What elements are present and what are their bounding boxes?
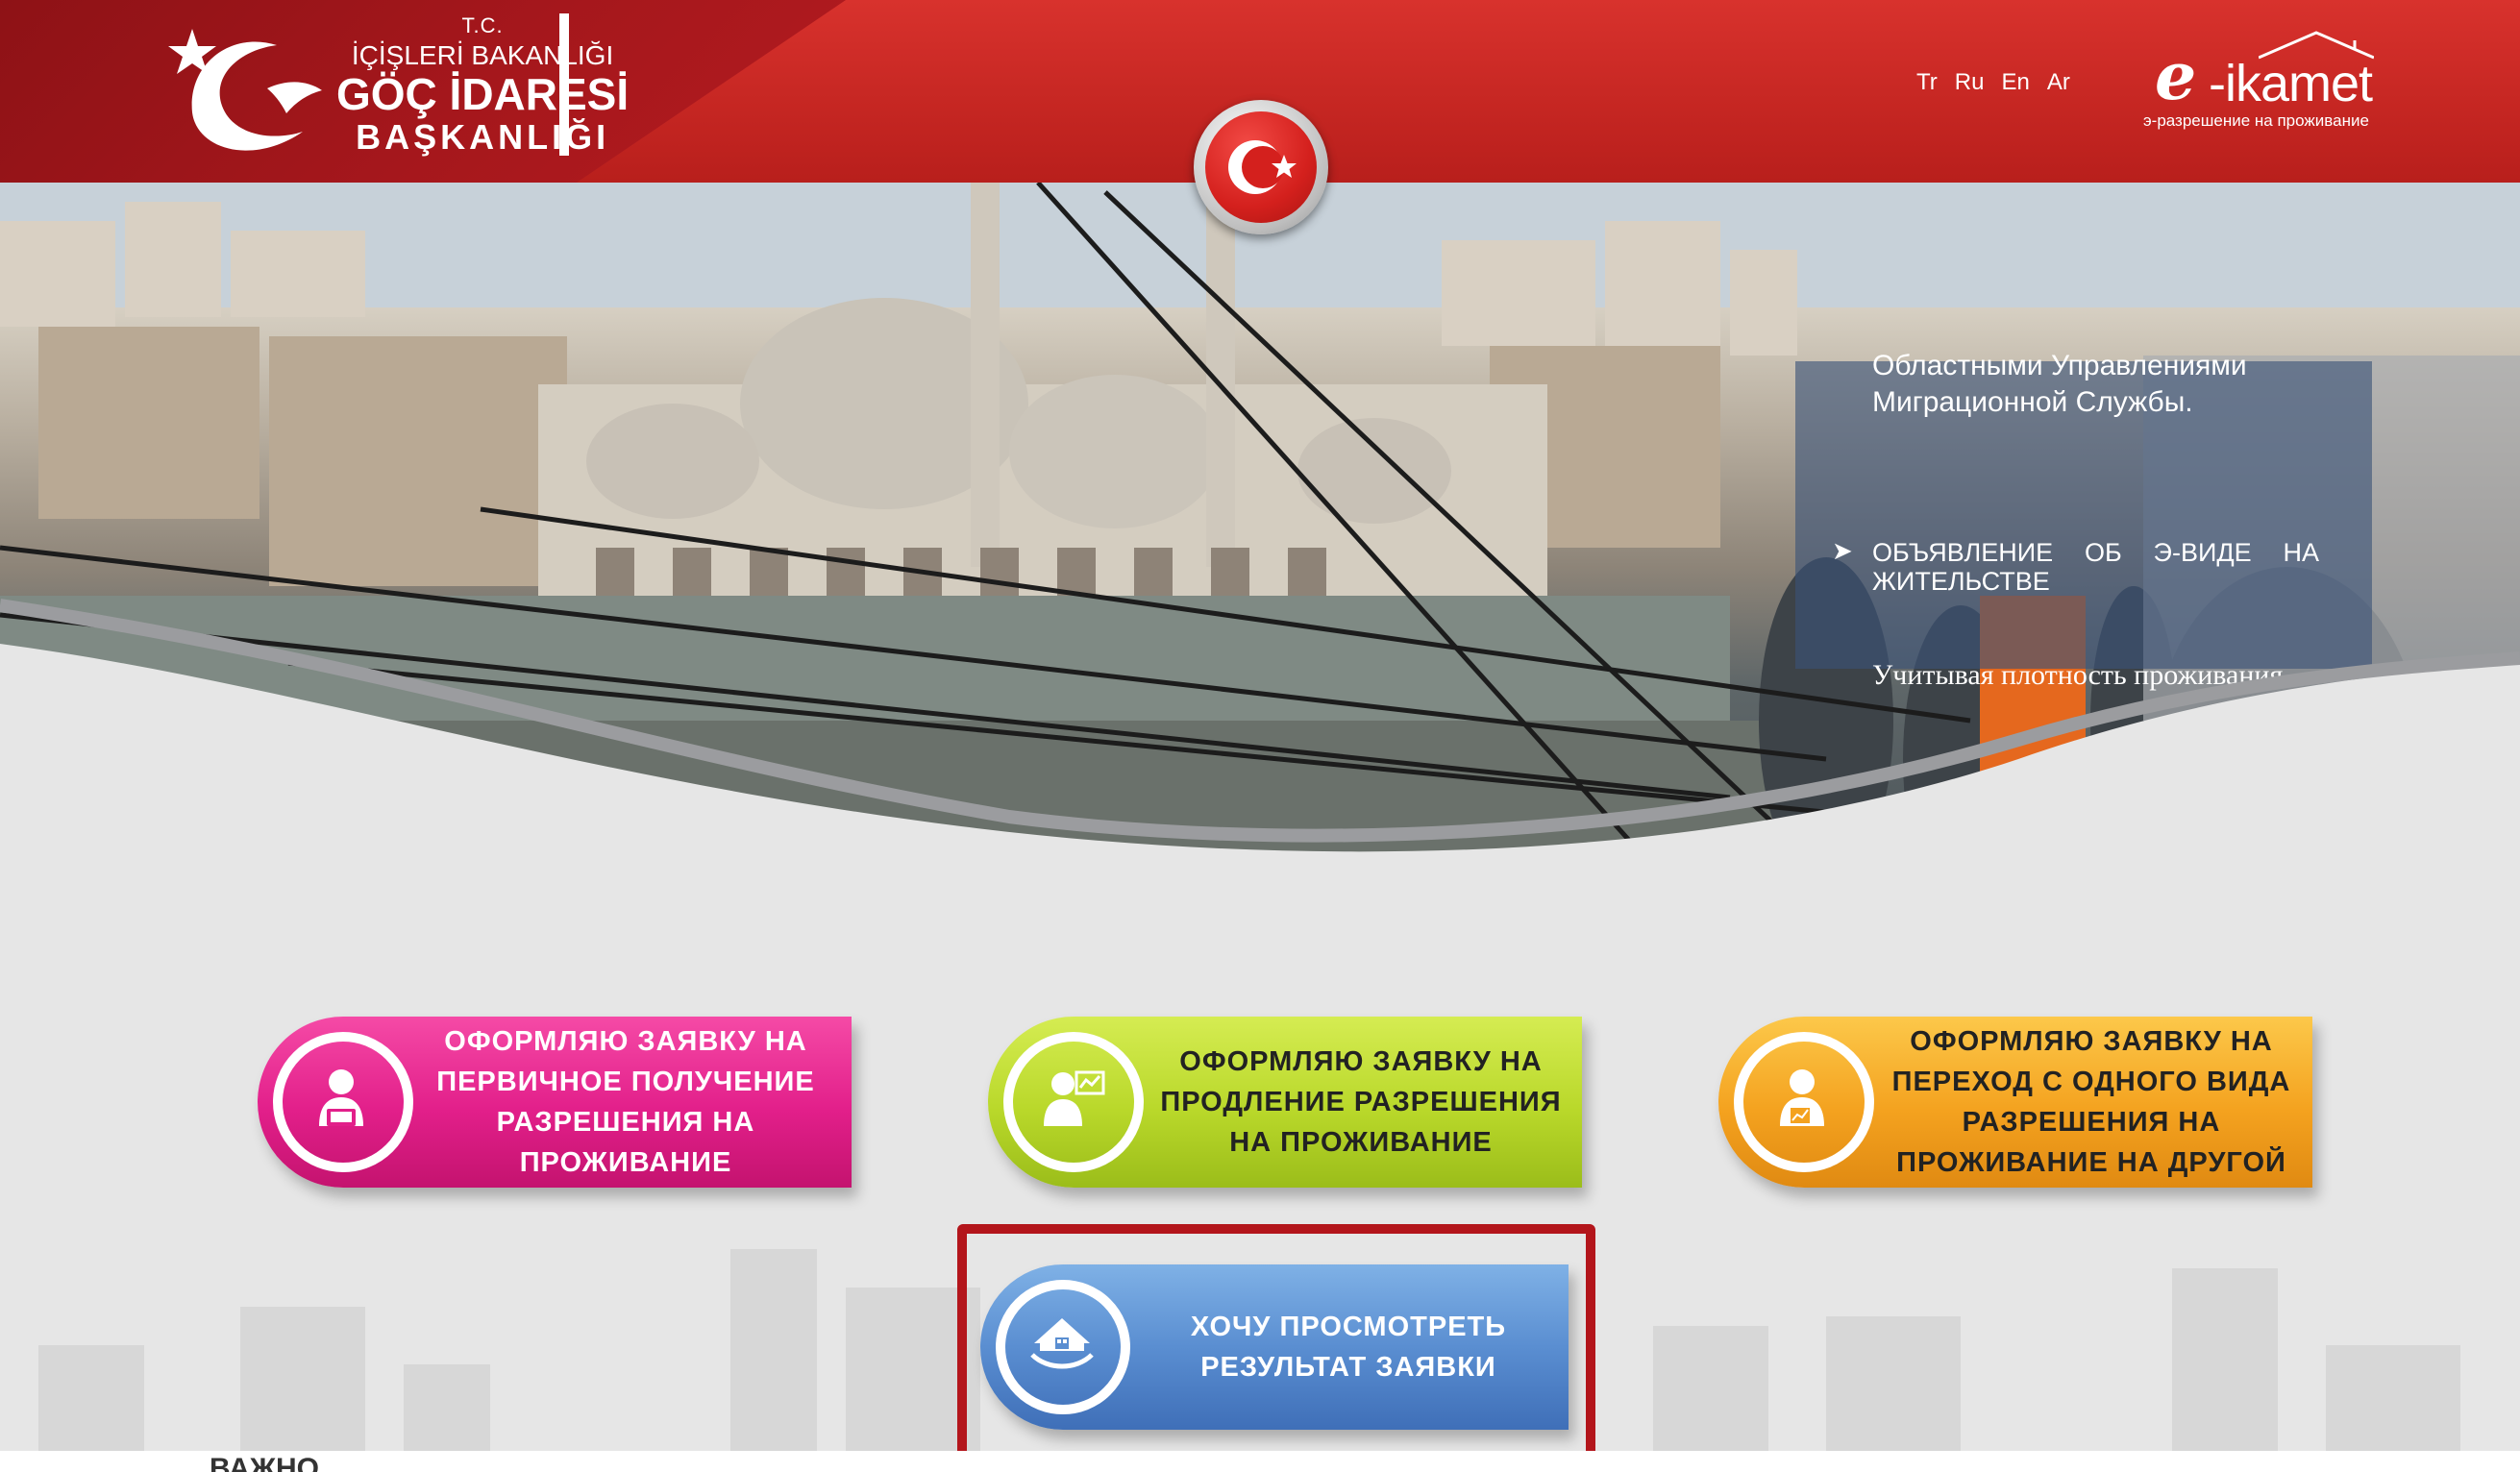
- new-application-label: ОФОРМЛЯЮ ЗАЯВКУ НА ПЕРВИЧНОЕ ПОЛУЧЕНИЕ Р…: [436, 1026, 815, 1178]
- logo-directorate: GÖÇ İDARESİ: [336, 69, 630, 119]
- lang-tr[interactable]: Tr: [1916, 69, 1938, 96]
- eikamet-word: -ikamet: [2209, 55, 2373, 112]
- e-ikamet-logo[interactable]: e -ikamet э-разрешение на проживание: [2143, 29, 2384, 135]
- logo-presidency: BAŞKANLIĞI: [356, 117, 610, 157]
- eikamet-subtitle: э-разрешение на проживание: [2143, 111, 2369, 130]
- logo-tc: T.C.: [461, 13, 504, 37]
- content-strip: [0, 1451, 2520, 1472]
- logo-ministry: İÇİŞLERİ BAKANLIĞI: [351, 40, 614, 70]
- logo-divider: [559, 13, 569, 156]
- transfer-permit-button[interactable]: ОФОРМЛЯЮ ЗАЯВКУ НА ПЕРЕХОД С ОДНОГО ВИДА…: [1718, 1017, 2312, 1188]
- extend-permit-button[interactable]: ОФОРМЛЯЮ ЗАЯВКУ НА ПРОДЛЕНИЕ РАЗРЕШЕНИЯ …: [988, 1017, 1582, 1188]
- hero-wave-divider: [0, 599, 2520, 903]
- user-laptop-icon: [319, 1069, 363, 1126]
- new-application-button[interactable]: ОФОРМЛЯЮ ЗАЯВКУ НА ПЕРВИЧНОЕ ПОЛУЧЕНИЕ Р…: [258, 1017, 852, 1188]
- user-chart-icon: [1780, 1069, 1824, 1126]
- presentation-user-icon: [1044, 1070, 1105, 1126]
- lang-ar[interactable]: Ar: [2047, 69, 2070, 96]
- turkish-flag-icon: [1228, 140, 1297, 194]
- lang-ru[interactable]: Ru: [1955, 69, 1985, 96]
- house-status-icon: [1030, 1318, 1094, 1369]
- ministry-logo[interactable]: T.C. İÇİŞLERİ BAKANLIĞI GÖÇ İDARESİ BAŞK…: [336, 13, 629, 158]
- language-switcher: Tr Ru En Ar: [1916, 69, 2070, 96]
- turkish-flag-badge: [1194, 100, 1328, 234]
- crescent-star-icon[interactable]: [163, 21, 327, 156]
- lang-en[interactable]: En: [2001, 69, 2029, 96]
- eikamet-e: e: [2155, 38, 2197, 115]
- news-line-1: Областными Управлениями: [1872, 350, 2247, 381]
- extend-permit-label: ОФОРМЛЯЮ ЗАЯВКУ НА ПРОДЛЕНИЕ РАЗРЕШЕНИЯ …: [1160, 1046, 1562, 1158]
- check-status-label: ХОЧУ ПРОСМОТРЕТЬ РЕЗУЛЬТАТ ЗАЯВКИ: [1190, 1312, 1507, 1383]
- important-heading: ВАЖНО: [210, 1453, 319, 1472]
- check-status-button[interactable]: ХОЧУ ПРОСМОТРЕТЬ РЕЗУЛЬТАТ ЗАЯВКИ: [980, 1264, 1569, 1430]
- transfer-permit-label: ОФОРМЛЯЮ ЗАЯВКУ НА ПЕРЕХОД С ОДНОГО ВИДА…: [1891, 1026, 2291, 1178]
- news-line-2: Миграционной Службы.: [1872, 386, 2193, 418]
